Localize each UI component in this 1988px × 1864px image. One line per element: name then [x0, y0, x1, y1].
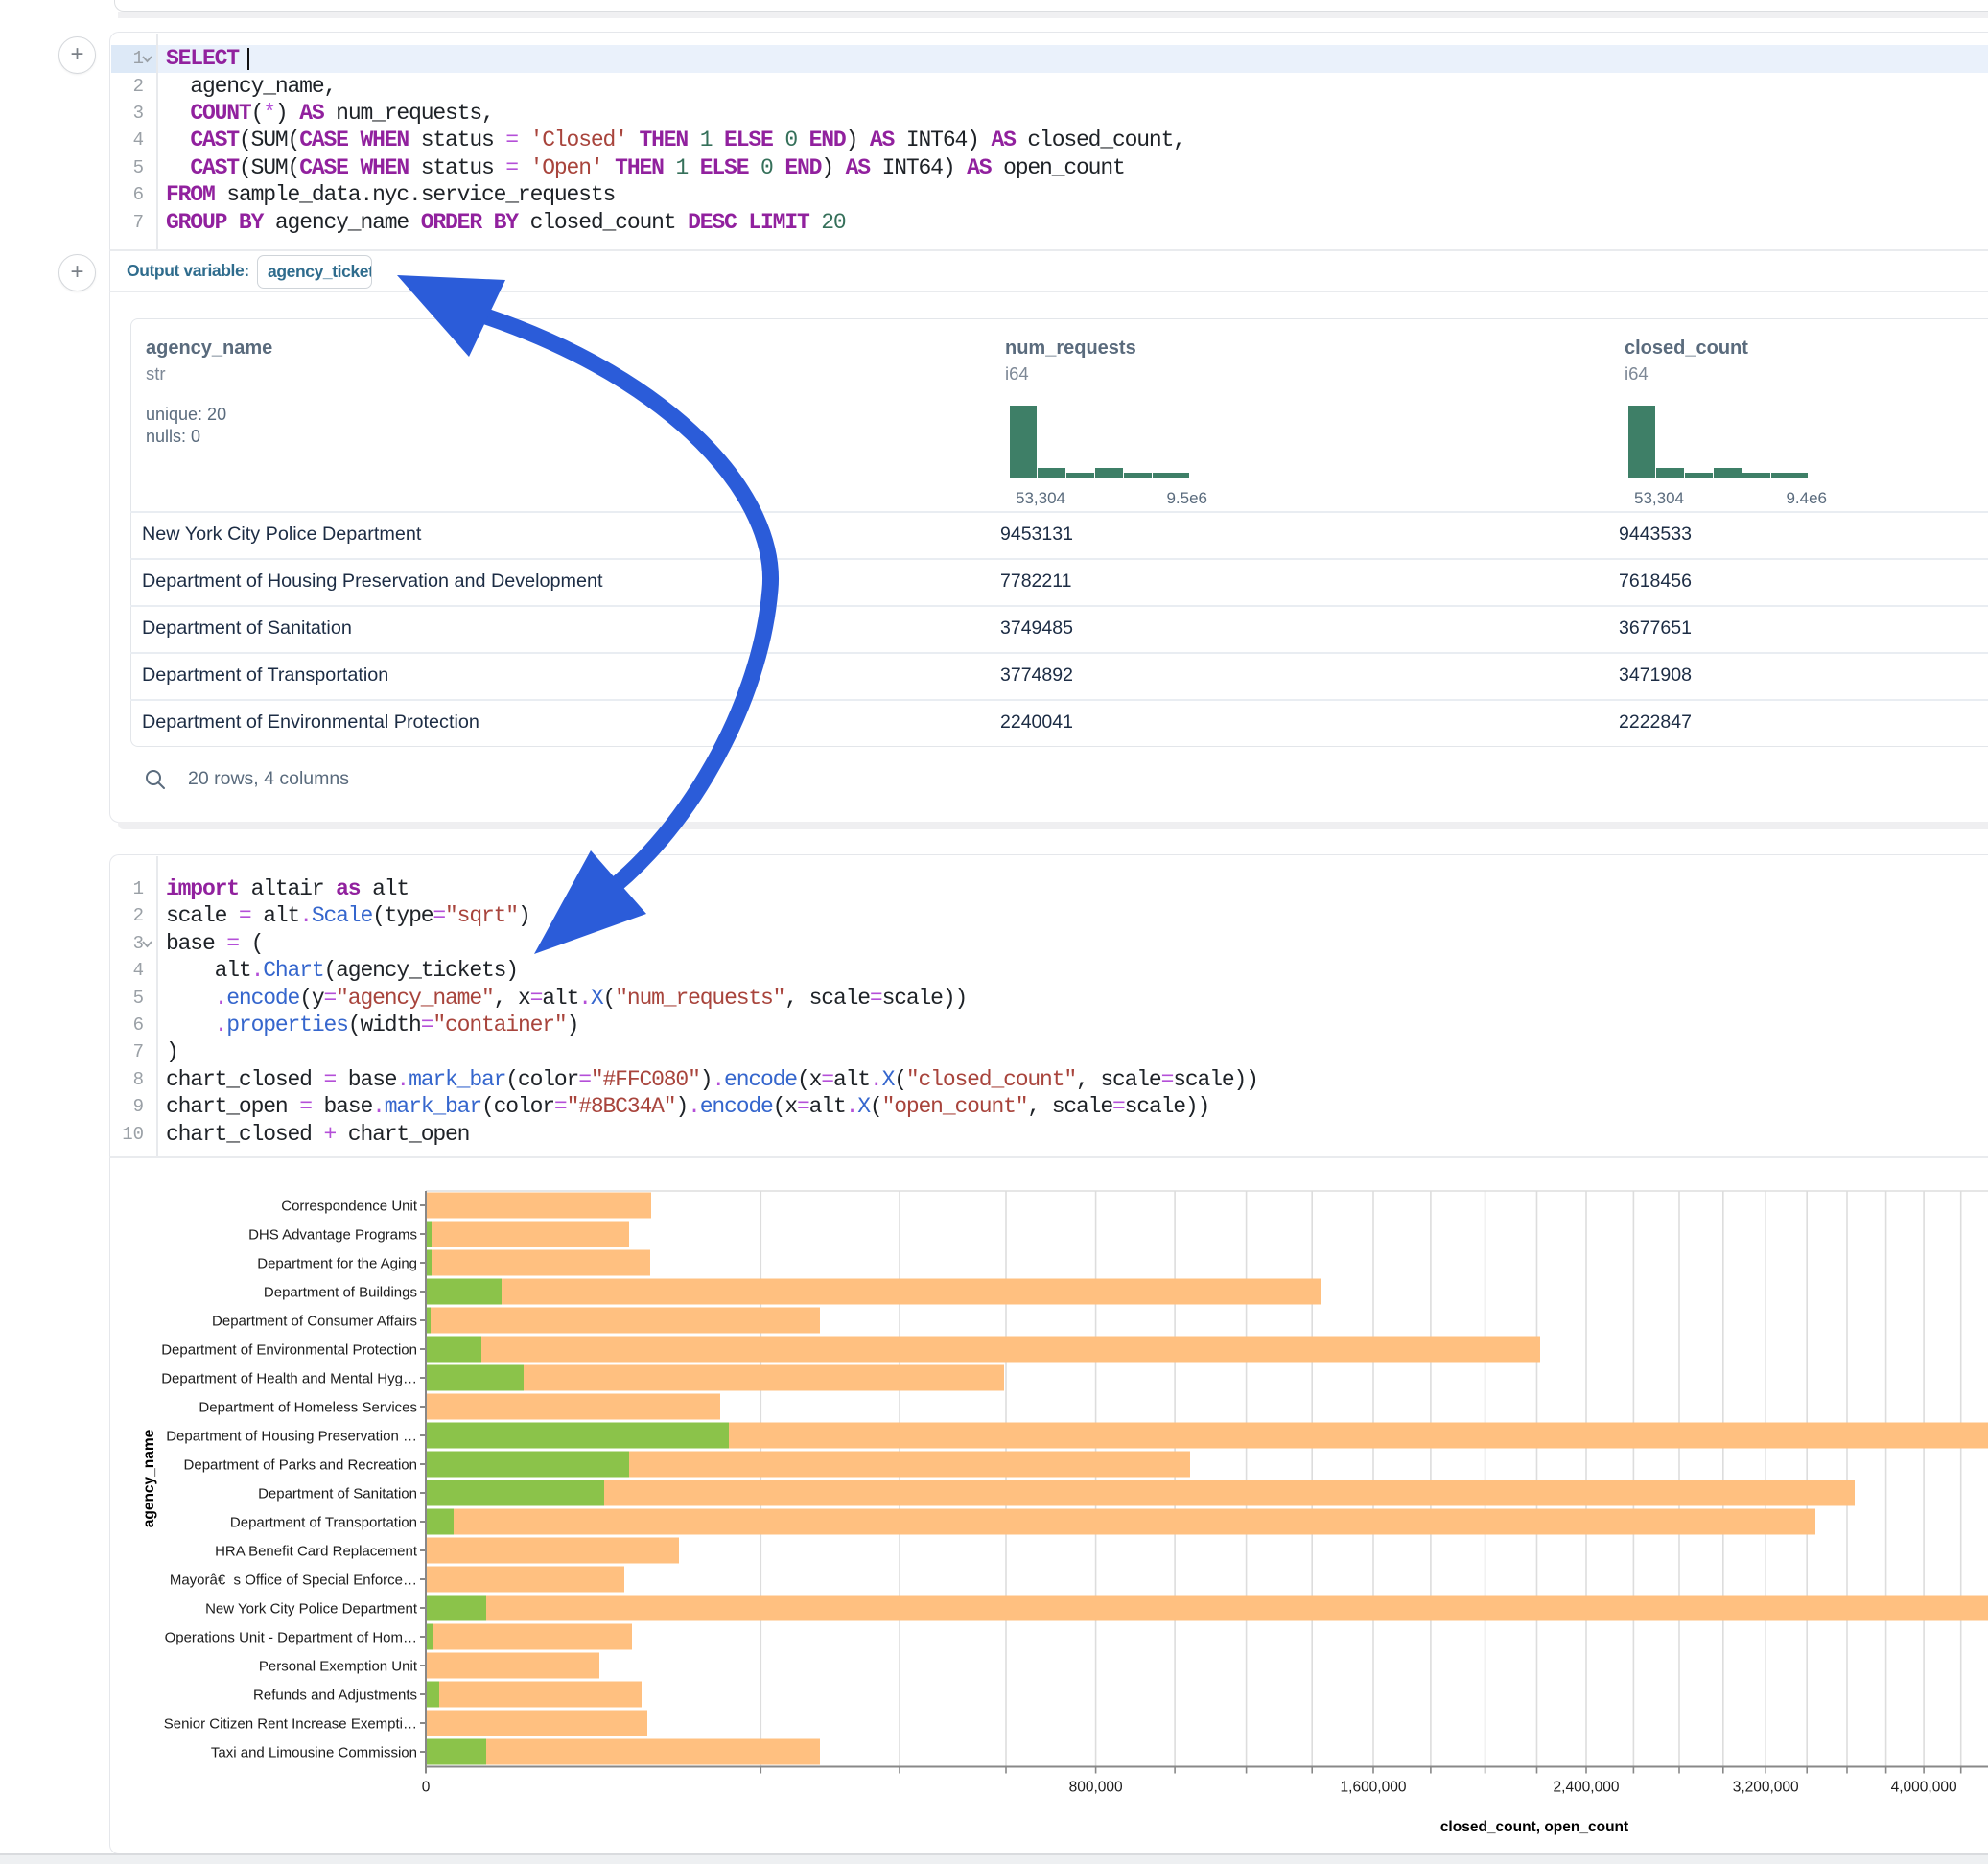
svg-text:Department of Parks and Recrea: Department of Parks and Recreation — [184, 1457, 417, 1474]
svg-text:Department of Health and Menta: Department of Health and Mental Hyg… — [161, 1371, 417, 1387]
svg-text:agency_name: agency_name — [141, 1429, 157, 1527]
svg-text:New York City Police Departmen: New York City Police Department — [205, 1601, 418, 1618]
svg-text:Department of Environmental Pr: Department of Environmental Protection — [161, 1342, 417, 1359]
svg-text:closed_count, open_count: closed_count, open_count — [1440, 1819, 1628, 1835]
svg-text:Correspondence Unit: Correspondence Unit — [281, 1199, 418, 1215]
svg-text:HRA Benefit Card Replacement: HRA Benefit Card Replacement — [215, 1544, 418, 1560]
svg-text:1,600,000: 1,600,000 — [1341, 1780, 1407, 1796]
svg-text:Department for the Aging: Department for the Aging — [257, 1256, 417, 1272]
svg-text:Senior Citizen Rent Increase E: Senior Citizen Rent Increase Exempti… — [164, 1716, 417, 1733]
svg-text:Personal Exemption Unit: Personal Exemption Unit — [259, 1659, 418, 1675]
svg-text:DHS Advantage Programs: DHS Advantage Programs — [248, 1227, 417, 1244]
svg-text:800,000: 800,000 — [1069, 1780, 1123, 1796]
svg-text:Department of Housing Preserva: Department of Housing Preservation … — [166, 1429, 417, 1445]
svg-text:Mayorâ€ s Office of Special E: Mayorâ€ s Office of Special Enforce… — [170, 1573, 417, 1589]
svg-text:4,000,000: 4,000,000 — [1891, 1780, 1957, 1796]
svg-text:Department of Buildings: Department of Buildings — [264, 1285, 417, 1301]
svg-text:Department of Transportation: Department of Transportation — [230, 1515, 417, 1531]
svg-text:Department of Consumer Affairs: Department of Consumer Affairs — [212, 1314, 417, 1330]
svg-text:3,200,000: 3,200,000 — [1733, 1780, 1799, 1796]
svg-text:2,400,000: 2,400,000 — [1554, 1780, 1620, 1796]
svg-text:0: 0 — [422, 1780, 431, 1796]
svg-text:Department of Sanitation: Department of Sanitation — [258, 1486, 417, 1503]
svg-text:Operations Unit - Department o: Operations Unit - Department of Hom… — [165, 1630, 417, 1646]
svg-text:Taxi and Limousine Commission: Taxi and Limousine Commission — [211, 1745, 417, 1761]
svg-text:Department of Homeless Service: Department of Homeless Services — [199, 1400, 417, 1416]
svg-text:Refunds and Adjustments: Refunds and Adjustments — [253, 1688, 417, 1704]
